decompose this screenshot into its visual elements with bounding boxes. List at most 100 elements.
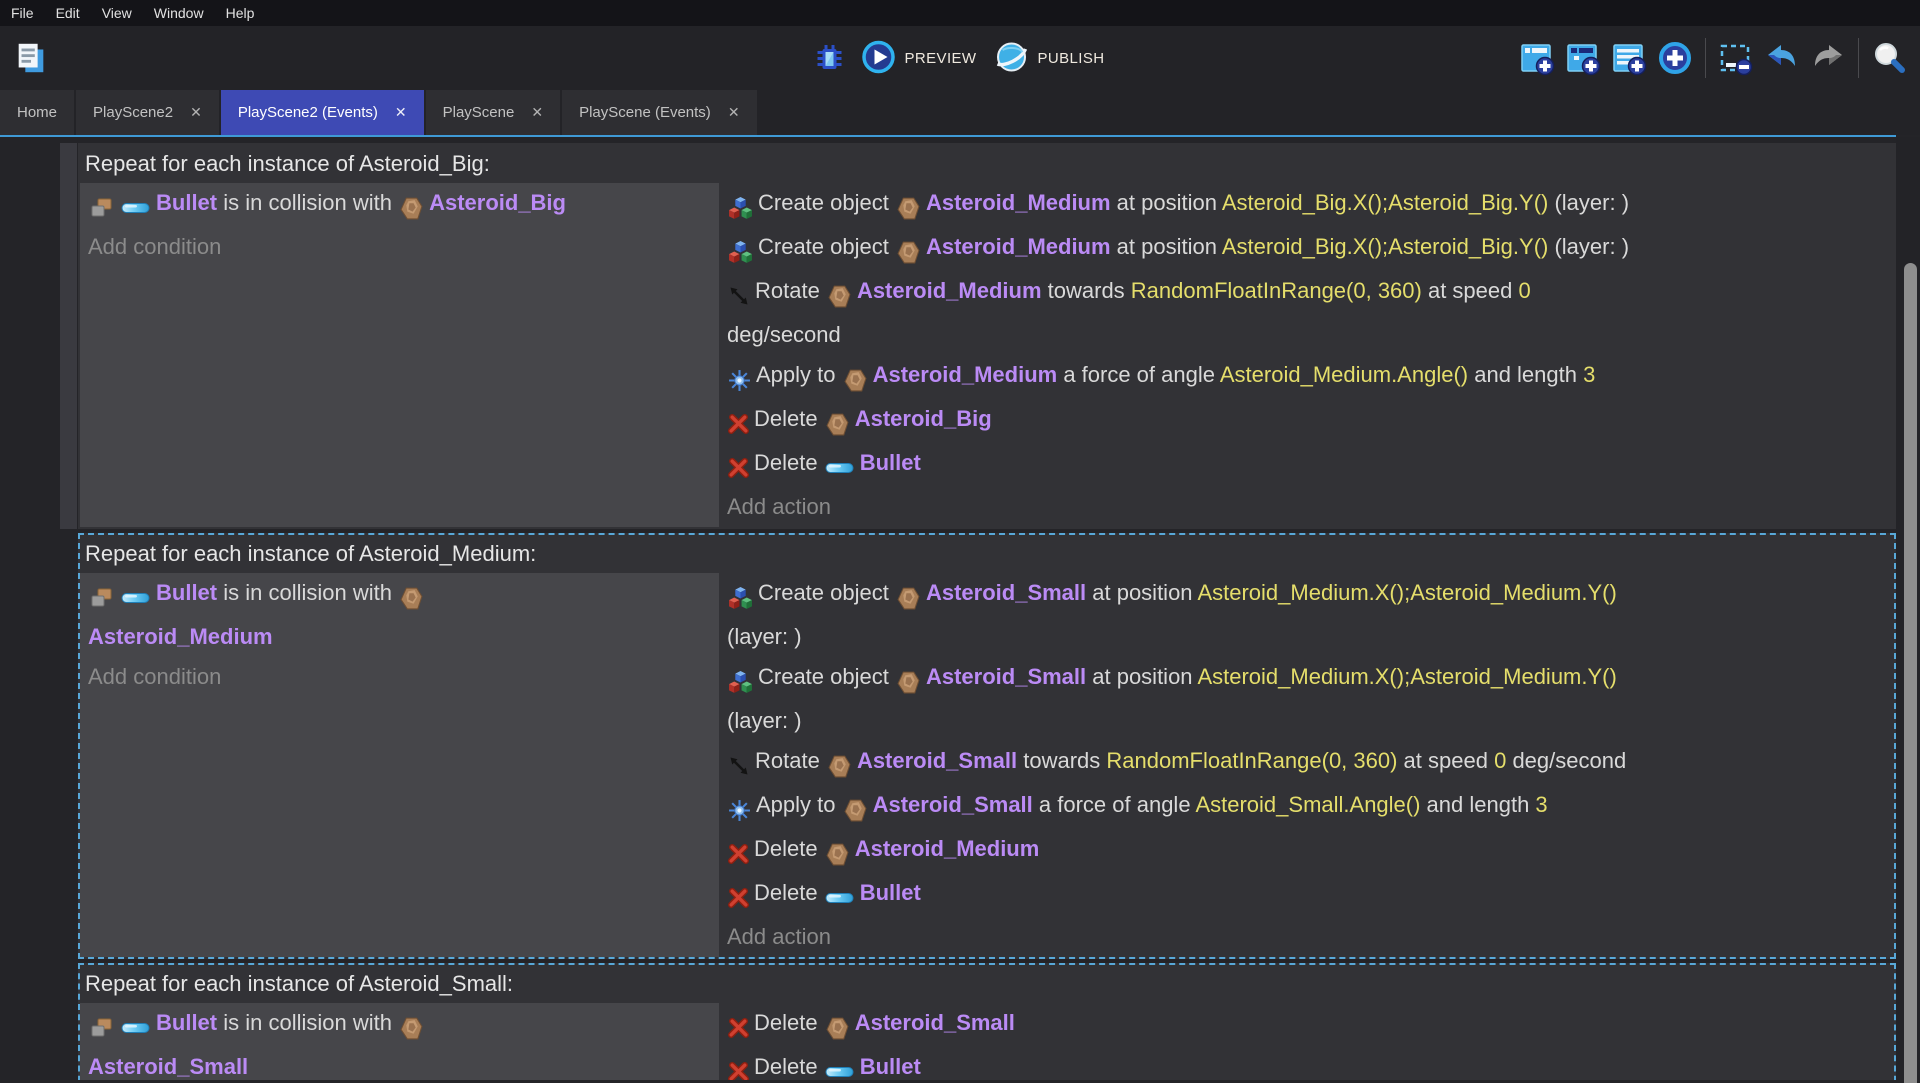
action-row[interactable]: (layer: )	[719, 617, 1894, 657]
action-row[interactable]: Delete Asteroid_Medium	[719, 829, 1894, 873]
add-action-link[interactable]: Add action	[719, 487, 1894, 527]
delete-icon	[728, 1007, 749, 1047]
tab-label: PlayScene	[443, 104, 515, 121]
tab-close-icon[interactable]: ✕	[531, 104, 543, 121]
text-segment: (layer: )	[1548, 190, 1629, 215]
menu-window[interactable]: Window	[143, 2, 215, 24]
condition-row[interactable]: Bullet is in collision with	[80, 1003, 719, 1047]
asteroid-icon	[399, 187, 424, 227]
deselect-icon[interactable]	[1718, 40, 1754, 76]
text-segment: (layer: )	[727, 708, 802, 733]
action-row[interactable]: Delete Bullet	[719, 443, 1894, 487]
action-row[interactable]: (layer: )	[719, 701, 1894, 741]
tab-playscene-events[interactable]: PlayScene (Events)✕	[562, 90, 756, 135]
menu-edit[interactable]: Edit	[45, 2, 91, 24]
text-segment: (layer: )	[1548, 234, 1629, 259]
text-segment: at position	[1086, 664, 1197, 689]
tab-playscene2-events[interactable]: PlayScene2 (Events)✕	[221, 90, 424, 135]
create-icon	[728, 231, 753, 271]
text-segment: deg/second	[1506, 748, 1626, 773]
bullet-icon	[121, 577, 151, 617]
add-condition-link[interactable]: Add condition	[80, 227, 719, 267]
text-segment: Asteroid_Big	[429, 190, 566, 215]
action-row[interactable]: Delete Bullet	[719, 873, 1894, 917]
text-segment: Bullet	[156, 190, 217, 215]
text-segment: Apply to	[756, 792, 842, 817]
action-row[interactable]: Rotate Asteroid_Medium towards RandomFlo…	[719, 271, 1894, 315]
action-row[interactable]: Create object Asteroid_Small at position…	[719, 657, 1894, 701]
condition-row[interactable]: Asteroid_Small	[80, 1047, 719, 1080]
search-icon[interactable]	[1871, 40, 1907, 76]
text-segment: and length	[1468, 362, 1583, 387]
asteroid-icon	[825, 833, 850, 873]
text-segment: Asteroid_Medium	[873, 362, 1058, 387]
publish-label: PUBLISH	[1037, 50, 1104, 67]
event-block-3[interactable]: Repeat for each instance of Asteroid_Sma…	[78, 963, 1896, 1080]
action-row[interactable]: Apply to Asteroid_Small a force of angle…	[719, 785, 1894, 829]
add-comment-icon[interactable]	[1611, 40, 1647, 76]
text-segment: Asteroid_Small	[873, 792, 1033, 817]
delete-icon	[728, 1051, 749, 1080]
text-segment: Asteroid_Small	[926, 664, 1086, 689]
text-segment: Bullet	[156, 580, 217, 605]
condition-row[interactable]: Bullet is in collision with	[80, 573, 719, 617]
add-circle-icon[interactable]	[1657, 40, 1693, 76]
text-segment: Asteroid_Small	[855, 1010, 1015, 1035]
action-row[interactable]: Delete Bullet	[719, 1047, 1894, 1080]
action-row[interactable]: Create object Asteroid_Medium at positio…	[719, 227, 1894, 271]
vertical-scrollbar[interactable]	[1896, 137, 1920, 1080]
menu-help[interactable]: Help	[215, 2, 266, 24]
event-header[interactable]: Repeat for each instance of Asteroid_Sma…	[80, 965, 1894, 1003]
action-row[interactable]: Create object Asteroid_Small at position…	[719, 573, 1894, 617]
tab-close-icon[interactable]: ✕	[190, 104, 202, 121]
scrollbar-thumb[interactable]	[1904, 263, 1917, 1083]
add-event-icon[interactable]	[1519, 40, 1555, 76]
text-segment: Rotate	[755, 748, 826, 773]
action-row[interactable]: deg/second	[719, 315, 1894, 355]
text-segment: Asteroid_Medium.X();Asteroid_Medium.Y()	[1197, 664, 1616, 689]
event-block-2[interactable]: Repeat for each instance of Asteroid_Med…	[78, 533, 1896, 959]
create-icon	[728, 187, 753, 227]
action-row[interactable]: Create object Asteroid_Medium at positio…	[719, 183, 1894, 227]
undo-icon[interactable]	[1764, 40, 1800, 76]
menu-view[interactable]: View	[91, 2, 143, 24]
preview-icon	[862, 40, 898, 76]
action-row[interactable]: Delete Asteroid_Small	[719, 1003, 1894, 1047]
text-segment: Delete	[754, 1010, 824, 1035]
redo-icon[interactable]	[1810, 40, 1846, 76]
asteroid-icon	[399, 1007, 424, 1047]
menu-file[interactable]: File	[0, 2, 45, 24]
condition-row[interactable]: Asteroid_Medium	[80, 617, 719, 657]
condition-row[interactable]: Bullet is in collision with Asteroid_Big	[80, 183, 719, 227]
debug-icon[interactable]	[812, 40, 848, 76]
project-manager-icon[interactable]	[13, 40, 49, 76]
publish-button[interactable]: PUBLISH	[994, 40, 1104, 76]
event-header[interactable]: Repeat for each instance of Asteroid_Big…	[80, 145, 1894, 183]
actions-column: Create object Asteroid_Medium at positio…	[719, 183, 1894, 527]
text-segment: towards	[1042, 278, 1131, 303]
tab-close-icon[interactable]: ✕	[728, 104, 740, 121]
action-row[interactable]: Apply to Asteroid_Medium a force of angl…	[719, 355, 1894, 399]
text-segment: Delete	[754, 880, 824, 905]
add-condition-link[interactable]: Add condition	[80, 657, 719, 697]
preview-button[interactable]: PREVIEW	[862, 40, 977, 76]
tab-close-icon[interactable]: ✕	[395, 104, 407, 121]
text-segment: a force of angle	[1057, 362, 1220, 387]
text-segment: Asteroid_Medium	[926, 234, 1111, 259]
action-row[interactable]: Delete Asteroid_Big	[719, 399, 1894, 443]
add-subevent-icon[interactable]	[1565, 40, 1601, 76]
tab-playscene[interactable]: PlayScene ✕	[426, 90, 560, 135]
event-drag-handle[interactable]	[60, 143, 77, 529]
action-row[interactable]: Rotate Asteroid_Small towards RandomFloa…	[719, 741, 1894, 785]
create-icon	[728, 661, 753, 701]
tab-home[interactable]: Home	[0, 90, 74, 135]
tab-playscene2[interactable]: PlayScene2✕	[76, 90, 219, 135]
text-segment: 3	[1535, 792, 1547, 817]
event-header[interactable]: Repeat for each instance of Asteroid_Med…	[80, 535, 1894, 573]
text-segment: Bullet	[156, 1010, 217, 1035]
editor-tab-bar: HomePlayScene2✕PlayScene2 (Events)✕PlayS…	[0, 90, 1920, 135]
event-block-1[interactable]: Repeat for each instance of Asteroid_Big…	[78, 143, 1896, 529]
add-action-link[interactable]: Add action	[719, 917, 1894, 957]
asteroid-icon	[825, 403, 850, 443]
text-segment: Asteroid_Small.Angle()	[1195, 792, 1420, 817]
